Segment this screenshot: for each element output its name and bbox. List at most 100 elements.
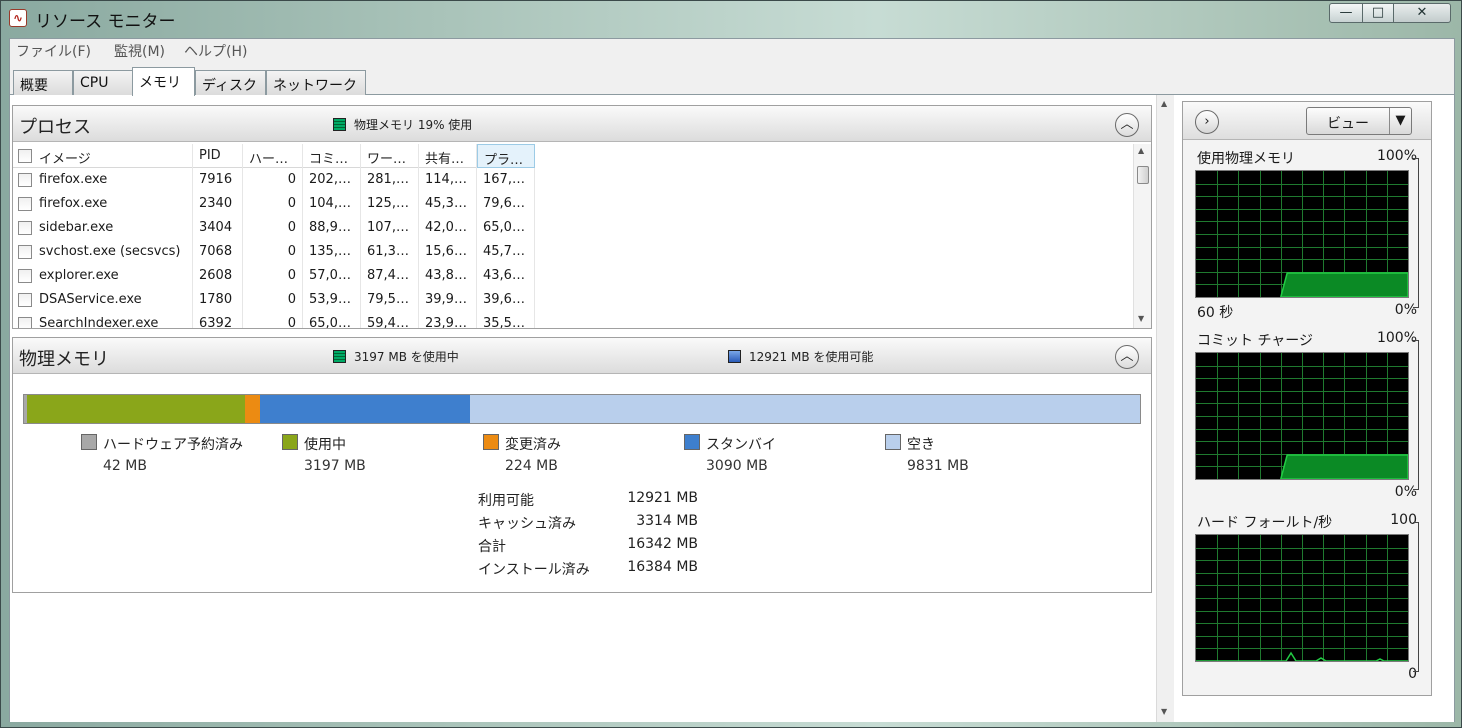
scroll-up-icon[interactable]: ▲ (1138, 146, 1144, 155)
column-header[interactable]: コミ… (303, 144, 361, 168)
processes-table: イメージ PID ハー… コミ… ワー… 共有… プラ… firefox.exe 7916 0 20… (13, 144, 1135, 328)
process-value-cell: 35,5… (477, 312, 535, 328)
pane-scroll-down-icon[interactable]: ▼ (1161, 707, 1167, 716)
process-value-cell: 202,… (303, 168, 361, 192)
view-button[interactable]: ビュー ▼ (1306, 107, 1412, 135)
processes-header[interactable]: プロセス 物理メモリ 19% 使用 ︿ (13, 106, 1151, 142)
scroll-thumb[interactable] (1137, 166, 1149, 184)
stat-value: 16384 MB (627, 559, 698, 575)
process-value-cell: 0 (243, 264, 303, 288)
graph-scale-bracket (1413, 522, 1419, 672)
physical-memory-title: 物理メモリ (19, 349, 109, 370)
memory-stat-row: 合計 16342 MB (478, 536, 698, 558)
process-name-cell: firefox.exe (13, 168, 193, 192)
process-value-cell: 42,0… (419, 216, 477, 240)
graph-scale-bracket (1413, 158, 1419, 308)
tab-network[interactable]: ネットワーク (266, 70, 366, 95)
pane-scrollbar[interactable]: ▲ ▼ (1156, 95, 1174, 722)
column-header[interactable]: ハー… (243, 144, 303, 168)
scroll-down-icon[interactable]: ▼ (1138, 314, 1144, 323)
table-row[interactable]: firefox.exe 7916 0 202,… 281,… 114,… 167,… (13, 168, 535, 192)
processes-title: プロセス (19, 117, 91, 138)
process-value-cell: 61,3… (361, 240, 419, 264)
memory-segment-2 (245, 395, 260, 423)
legend-label: 変更済み (505, 437, 561, 453)
collapse-physical-memory-button[interactable]: ︿ (1115, 345, 1139, 369)
process-value-cell: 39,6… (477, 288, 535, 312)
tab-disk[interactable]: ディスク (195, 70, 266, 95)
legend-label: ハードウェア予約済み (103, 437, 243, 453)
legend-swatch (684, 434, 700, 450)
menu-monitor[interactable]: 監視(M) (114, 41, 165, 61)
window-title: リソース モニター (35, 12, 176, 32)
column-header[interactable]: PID (193, 144, 243, 168)
table-row[interactable]: sidebar.exe 3404 0 88,9… 107,… 42,0… 65,0… (13, 216, 535, 240)
legend-value: 3090 MB (706, 458, 768, 474)
table-row[interactable]: firefox.exe 2340 0 104,… 125,… 45,3… 79,6… (13, 192, 535, 216)
tab-bar: 概要 CPU メモリ ディスク ネットワーク (10, 67, 1454, 96)
memory-in-use-status: 3197 MB を使用中 (333, 348, 459, 365)
memory-stat-row: 利用可能 12921 MB (478, 490, 698, 512)
process-value-cell: 107,… (361, 216, 419, 240)
select-all-checkbox[interactable] (18, 149, 32, 163)
legend-label: 空き (907, 437, 935, 453)
processes-scrollbar[interactable]: ▲ ▼ (1133, 144, 1151, 328)
stat-value: 3314 MB (636, 513, 698, 529)
menu-help[interactable]: ヘルプ(H) (184, 41, 247, 61)
memory-segment-3 (260, 395, 470, 423)
legend-value: 224 MB (505, 458, 558, 474)
process-value-cell: 43,6… (477, 264, 535, 288)
column-header[interactable]: プラ… (477, 144, 535, 168)
stat-label: 利用可能 (478, 493, 534, 509)
graph-svg (1196, 171, 1408, 297)
process-value-cell: 2608 (193, 264, 243, 288)
legend-swatch (885, 434, 901, 450)
process-value-cell: 87,4… (361, 264, 419, 288)
process-value-cell: 104,… (303, 192, 361, 216)
tab-overview[interactable]: 概要 (13, 70, 73, 95)
physical-memory-section: 物理メモリ 3197 MB を使用中 12921 MB を使用可能 ︿ ハードウ… (12, 337, 1152, 593)
collapse-processes-button[interactable]: ︿ (1115, 113, 1139, 137)
column-header[interactable]: 共有… (419, 144, 477, 168)
client-area: ファイル(F) 監視(M) ヘルプ(H) 概要 CPU メモリ ディスク ネット… (9, 38, 1455, 722)
graph-svg (1196, 353, 1408, 479)
pane-scroll-up-icon[interactable]: ▲ (1161, 99, 1167, 108)
graph-title: ハード フォールト/秒 (1197, 515, 1333, 531)
minimize-button[interactable]: — (1329, 3, 1363, 23)
graph-time-label: 60 秒 (1197, 305, 1234, 321)
process-name-cell: explorer.exe (13, 264, 193, 288)
stat-value: 12921 MB (627, 490, 698, 506)
menu-file[interactable]: ファイル(F) (16, 41, 91, 61)
graph-block: ハード フォールト/秒 100 0 (1183, 512, 1431, 694)
view-button-label: ビュー (1327, 116, 1369, 132)
table-row[interactable]: explorer.exe 2608 0 57,0… 87,4… 43,8… 43,6… (13, 264, 535, 288)
table-row[interactable]: DSAService.exe 1780 0 53,9… 79,5… 39,9… 39,6… (13, 288, 535, 312)
dropdown-arrow-icon[interactable]: ▼ (1389, 108, 1411, 134)
tab-cpu[interactable]: CPU (73, 70, 133, 95)
column-header[interactable]: ワー… (361, 144, 419, 168)
close-button[interactable]: ✕ (1393, 3, 1451, 23)
memory-segment-1 (27, 395, 245, 423)
physical-memory-header[interactable]: 物理メモリ 3197 MB を使用中 12921 MB を使用可能 ︿ (13, 338, 1151, 374)
column-header[interactable]: イメージ (13, 144, 193, 168)
stat-label: インストール済み (478, 562, 590, 578)
maximize-button[interactable]: □ (1362, 3, 1394, 23)
graph-title: 使用物理メモリ (1197, 151, 1295, 167)
process-value-cell: 39,9… (419, 288, 477, 312)
table-header-row: イメージ PID ハー… コミ… ワー… 共有… プラ… (13, 144, 535, 168)
table-row[interactable]: svchost.exe (secsvcs) 7068 0 135,… 61,3… 15,6… (13, 240, 535, 264)
process-value-cell: 7916 (193, 168, 243, 192)
process-value-cell: 0 (243, 240, 303, 264)
process-value-cell: 114,… (419, 168, 477, 192)
memory-segment-4 (470, 395, 1140, 423)
title-bar[interactable]: ∿ リソース モニター — □ ✕ (1, 1, 1461, 35)
process-value-cell: 65,0… (303, 312, 361, 328)
process-value-cell: 57,0… (303, 264, 361, 288)
table-row[interactable]: SearchIndexer.exe 6392 0 65,0… 59,4… 23,9… 35,… (13, 312, 535, 328)
process-value-cell: 65,0… (477, 216, 535, 240)
process-value-cell: 0 (243, 192, 303, 216)
memory-available-status: 12921 MB を使用可能 (728, 348, 873, 365)
process-value-cell: 3404 (193, 216, 243, 240)
tab-memory[interactable]: メモリ (132, 67, 195, 96)
expand-panel-button[interactable]: › (1195, 110, 1219, 134)
